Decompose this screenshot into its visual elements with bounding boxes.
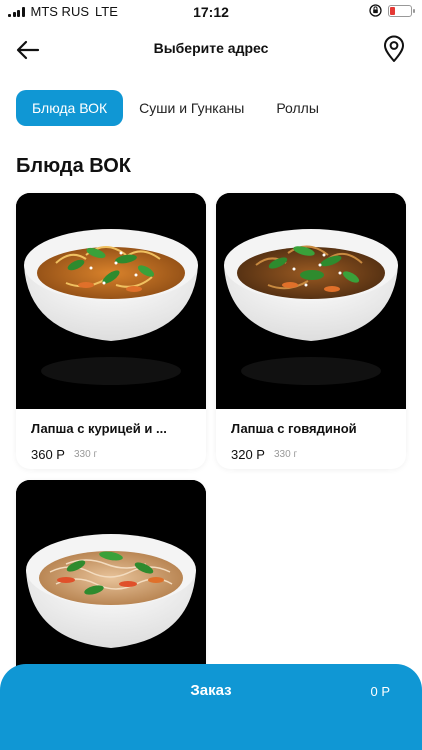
map-pin-icon[interactable] (380, 34, 408, 64)
product-price: 320 Р (231, 447, 265, 462)
product-name: Лапша с курицей и ... (31, 421, 167, 436)
product-price: 360 Р (31, 447, 65, 462)
product-weight: 330 г (274, 449, 298, 460)
tab-rolls[interactable]: Роллы (260, 90, 335, 126)
battery-icon (388, 4, 415, 17)
product-card[interactable]: Лапша с курицей и ... 360 Р 330 г (16, 193, 206, 469)
status-right (369, 4, 415, 17)
status-bar: MTS RUS LTE 17:12 (0, 0, 422, 24)
tab-wok[interactable]: Блюда ВОК (16, 90, 124, 126)
page-title[interactable]: Выберите адрес (0, 40, 422, 56)
product-weight: 330 г (74, 449, 98, 460)
orientation-lock-icon (369, 4, 382, 17)
tab-sushi[interactable]: Суши и Гунканы (123, 90, 260, 126)
order-label: Заказ (190, 682, 232, 699)
status-time: 17:12 (193, 4, 229, 20)
product-card[interactable]: Лапша с говядиной 320 Р 330 г (216, 193, 406, 469)
product-name: Лапша с говядиной (231, 421, 357, 436)
section-title: Блюда ВОК (16, 155, 131, 177)
product-image (16, 193, 206, 409)
order-total: 0 Р (370, 684, 390, 699)
product-image (216, 193, 406, 409)
category-tabs: Блюда ВОК Суши и Гунканы Роллы (16, 90, 335, 126)
header: Выберите адрес (0, 30, 422, 70)
order-button[interactable]: Заказ 0 Р (0, 664, 422, 750)
